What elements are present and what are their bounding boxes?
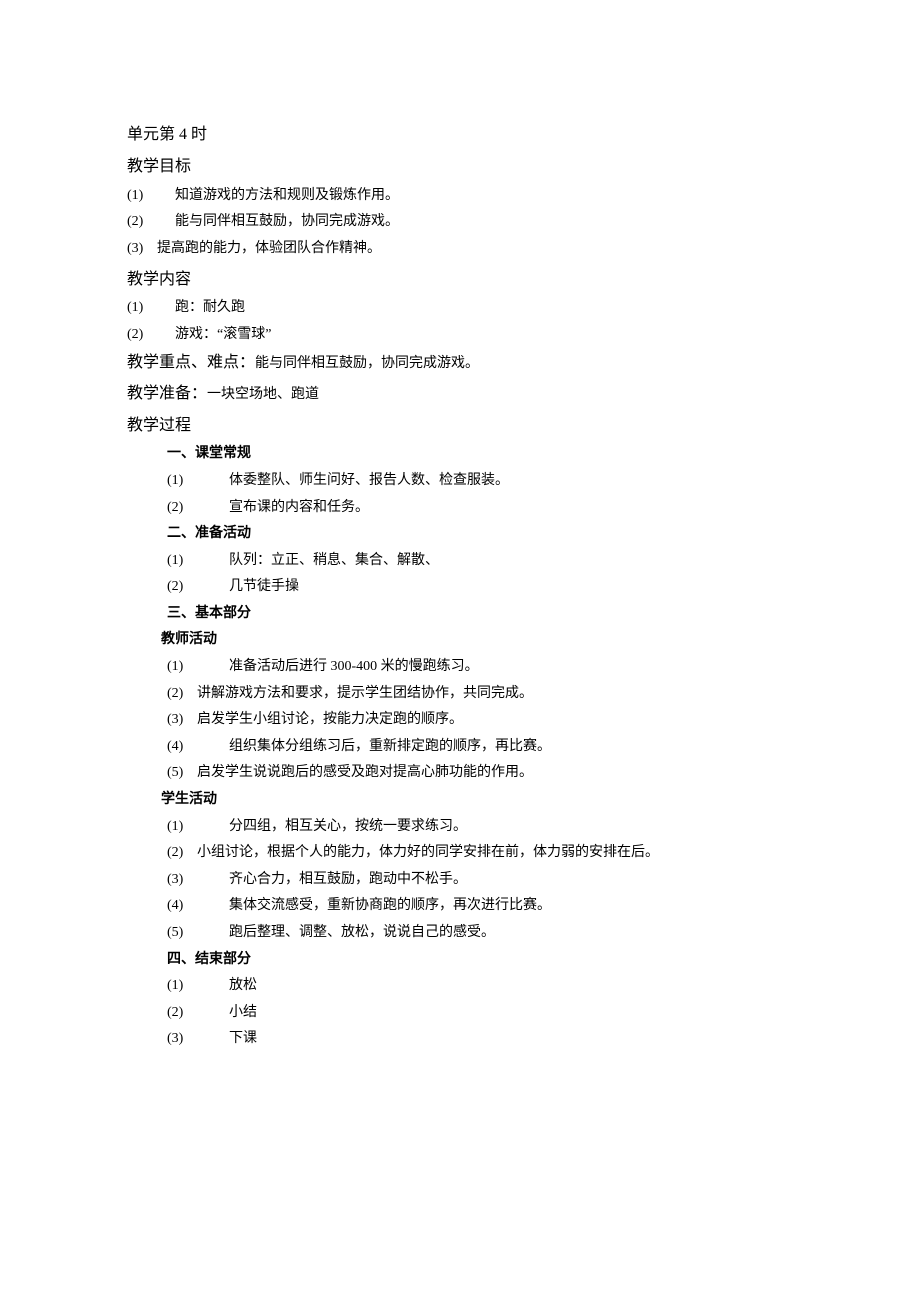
item-text: 齐心合力，相互鼓励，跑动中不松手。 [229, 872, 467, 887]
ending-item: (2)小结 [127, 1000, 793, 1027]
warmup-item: (1)队列：立正、稍息、集合、解散、 [127, 548, 793, 575]
item-text: 队列：立正、稍息、集合、解散、 [229, 553, 439, 568]
item-number: (2) [167, 495, 229, 522]
student-item: (2)小组讨论，根据个人的能力，体力好的同学安排在前，体力弱的安排在后。 [127, 840, 793, 867]
prep-line: 教学准备：一块空场地、跑道 [127, 379, 793, 409]
teacher-item: (5)启发学生说说跑后的感受及跑对提高心肺功能的作用。 [127, 760, 793, 787]
goals-heading: 教学目标 [127, 152, 793, 182]
item-number: (2) [167, 1000, 229, 1027]
main-heading: 三、基本部分 [127, 601, 793, 628]
prep-label: 教学准备： [127, 385, 207, 402]
student-item: (1)分四组，相互关心，按统一要求练习。 [127, 814, 793, 841]
item-text: 跑：耐久跑 [175, 300, 245, 315]
item-text: 能与同伴相互鼓励，协同完成游戏。 [175, 214, 399, 229]
content-item: (1)跑：耐久跑 [127, 295, 793, 322]
warmup-item: (2)几节徒手操 [127, 574, 793, 601]
item-text: 集体交流感受，重新协商跑的顺序，再次进行比赛。 [229, 898, 551, 913]
item-text: 体委整队、师生问好、报告人数、检查服装。 [229, 473, 509, 488]
item-text: 宣布课的内容和任务。 [229, 500, 369, 515]
item-number: (3) [167, 1026, 229, 1053]
ending-item: (1)放松 [127, 973, 793, 1000]
item-text: 小组讨论，根据个人的能力，体力好的同学安排在前，体力弱的安排在后。 [197, 845, 659, 860]
item-number: (4) [167, 893, 229, 920]
item-text: 几节徒手操 [229, 579, 299, 594]
student-item: (3)齐心合力，相互鼓励，跑动中不松手。 [127, 867, 793, 894]
item-number: (2) [167, 574, 229, 601]
item-number: (3) [127, 236, 157, 263]
item-number: (2) [127, 322, 175, 349]
teacher-item: (2)讲解游戏方法和要求，提示学生团结协作，共同完成。 [127, 681, 793, 708]
item-number: (1) [167, 814, 229, 841]
goals-item: (1)知道游戏的方法和规则及锻炼作用。 [127, 183, 793, 210]
teacher-item: (4)组织集体分组练习后，重新排定跑的顺序，再比赛。 [127, 734, 793, 761]
item-number: (5) [167, 760, 197, 787]
process-heading: 教学过程 [127, 411, 793, 441]
student-label: 学生活动 [127, 787, 793, 814]
item-number: (1) [167, 468, 229, 495]
teacher-label: 教师活动 [127, 627, 793, 654]
item-number: (3) [167, 867, 229, 894]
item-number: (4) [167, 734, 229, 761]
teacher-item: (3)启发学生小组讨论，按能力决定跑的顺序。 [127, 707, 793, 734]
item-text: 知道游戏的方法和规则及锻炼作用。 [175, 188, 399, 203]
item-number: (1) [167, 654, 229, 681]
item-text: 分四组，相互关心，按统一要求练习。 [229, 819, 467, 834]
item-text: 跑后整理、调整、放松，说说自己的感受。 [229, 925, 495, 940]
focus-line: 教学重点、难点：能与同伴相互鼓励，协同完成游戏。 [127, 348, 793, 378]
item-number: (2) [127, 209, 175, 236]
goals-item: (3)提高跑的能力，体验团队合作精神。 [127, 236, 793, 263]
teacher-item: (1)准备活动后进行 300-400 米的慢跑练习。 [127, 654, 793, 681]
routine-item: (2)宣布课的内容和任务。 [127, 495, 793, 522]
item-number: (1) [167, 548, 229, 575]
warmup-heading: 二、准备活动 [127, 521, 793, 548]
student-item: (5)跑后整理、调整、放松，说说自己的感受。 [127, 920, 793, 947]
item-number: (2) [167, 840, 197, 867]
unit-title: 单元第 4 时 [127, 120, 793, 150]
item-text: 提高跑的能力，体验团队合作精神。 [157, 241, 381, 256]
content-item: (2)游戏：“滚雪球” [127, 322, 793, 349]
item-number: (1) [127, 183, 175, 210]
focus-text: 能与同伴相互鼓励，协同完成游戏。 [255, 356, 479, 371]
item-text: 小结 [229, 1005, 257, 1020]
focus-label: 教学重点、难点： [127, 354, 255, 371]
item-text: 游戏：“滚雪球” [175, 327, 271, 342]
item-number: (2) [167, 681, 197, 708]
routine-heading: 一、课堂常规 [127, 441, 793, 468]
item-text: 启发学生小组讨论，按能力决定跑的顺序。 [197, 712, 463, 727]
ending-item: (3)下课 [127, 1026, 793, 1053]
item-number: (1) [127, 295, 175, 322]
item-text: 讲解游戏方法和要求，提示学生团结协作，共同完成。 [197, 686, 533, 701]
item-text: 准备活动后进行 300-400 米的慢跑练习。 [229, 659, 479, 674]
item-text: 放松 [229, 978, 257, 993]
item-number: (5) [167, 920, 229, 947]
routine-item: (1)体委整队、师生问好、报告人数、检查服装。 [127, 468, 793, 495]
item-text: 启发学生说说跑后的感受及跑对提高心肺功能的作用。 [197, 765, 533, 780]
goals-item: (2)能与同伴相互鼓励，协同完成游戏。 [127, 209, 793, 236]
item-text: 下课 [229, 1031, 257, 1046]
prep-text: 一块空场地、跑道 [207, 387, 319, 402]
item-number: (3) [167, 707, 197, 734]
ending-heading: 四、结束部分 [127, 947, 793, 974]
item-number: (1) [167, 973, 229, 1000]
content-heading: 教学内容 [127, 265, 793, 295]
student-item: (4)集体交流感受，重新协商跑的顺序，再次进行比赛。 [127, 893, 793, 920]
item-text: 组织集体分组练习后，重新排定跑的顺序，再比赛。 [229, 739, 551, 754]
